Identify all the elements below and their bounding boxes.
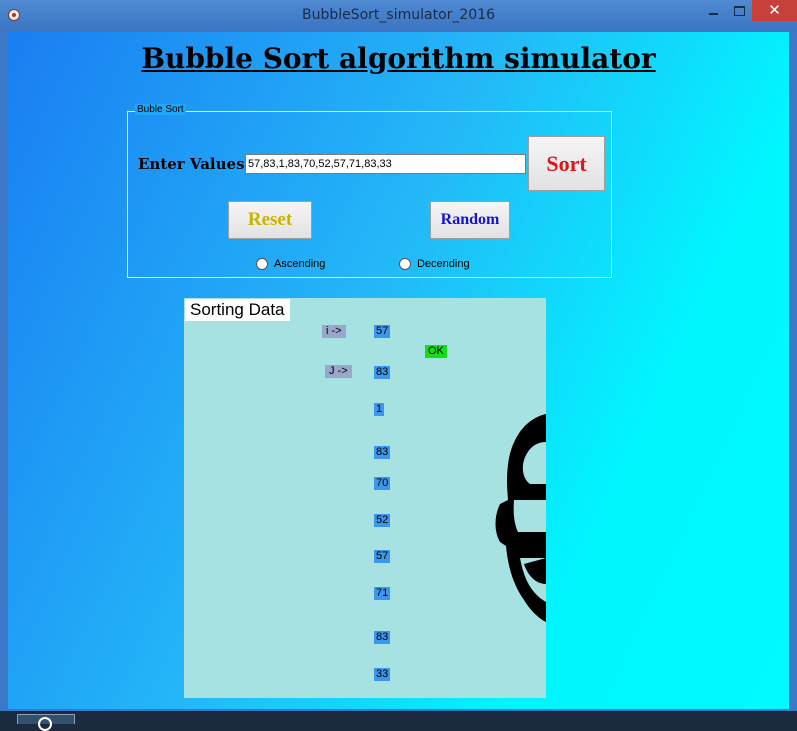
start-button[interactable] bbox=[17, 714, 75, 731]
value-cell: 71 bbox=[374, 587, 391, 600]
pointer-j-label: J -> bbox=[325, 365, 352, 378]
ascending-label: Ascending bbox=[274, 258, 326, 270]
window-title: BubbleSort_simulator_2016 bbox=[301, 7, 496, 23]
value-cell: 70 bbox=[374, 477, 391, 490]
ok-status-label: OK bbox=[425, 345, 447, 358]
bubble-sort-groupbox: Buble Sort Enter Values Sort Reset Rando… bbox=[127, 104, 612, 278]
value-cell: 33 bbox=[374, 668, 391, 681]
page-title: Bubble Sort algorithm simulator bbox=[141, 42, 656, 75]
random-button[interactable]: Random bbox=[430, 201, 510, 239]
head-silhouette-image bbox=[495, 414, 546, 622]
radio-circle-icon[interactable] bbox=[256, 258, 268, 270]
value-cell: 83 bbox=[374, 366, 391, 379]
value-cell: 83 bbox=[374, 446, 391, 459]
descending-label: Decending bbox=[417, 258, 470, 270]
minimize-button[interactable] bbox=[700, 0, 726, 21]
value-cell: 52 bbox=[374, 514, 391, 527]
app-window: BubbleSort_simulator_2016 ✕ Bubble Sort … bbox=[0, 0, 797, 711]
form-client-area: Bubble Sort algorithm simulator Buble So… bbox=[8, 32, 789, 709]
sorting-data-panel: Sorting Data i -> J -> OK 57 83 1 83 70 … bbox=[184, 298, 546, 698]
close-icon: ✕ bbox=[768, 1, 781, 19]
radio-circle-icon[interactable] bbox=[399, 258, 411, 270]
values-input[interactable] bbox=[245, 154, 526, 174]
title-bar[interactable]: BubbleSort_simulator_2016 ✕ bbox=[0, 0, 797, 32]
reset-button[interactable]: Reset bbox=[228, 201, 312, 239]
groupbox-caption: Buble Sort bbox=[135, 104, 186, 115]
sorting-data-title: Sorting Data bbox=[185, 299, 290, 321]
value-cell: 1 bbox=[374, 403, 385, 416]
sort-button[interactable]: Sort bbox=[528, 136, 605, 191]
value-cell: 83 bbox=[374, 631, 391, 644]
pointer-i-label: i -> bbox=[322, 325, 346, 338]
taskbar bbox=[0, 711, 797, 731]
value-cell: 57 bbox=[374, 325, 391, 338]
maximize-button[interactable] bbox=[726, 0, 752, 21]
value-cell: 57 bbox=[374, 550, 391, 563]
close-button[interactable]: ✕ bbox=[752, 0, 797, 21]
enter-values-label: Enter Values bbox=[138, 155, 245, 173]
